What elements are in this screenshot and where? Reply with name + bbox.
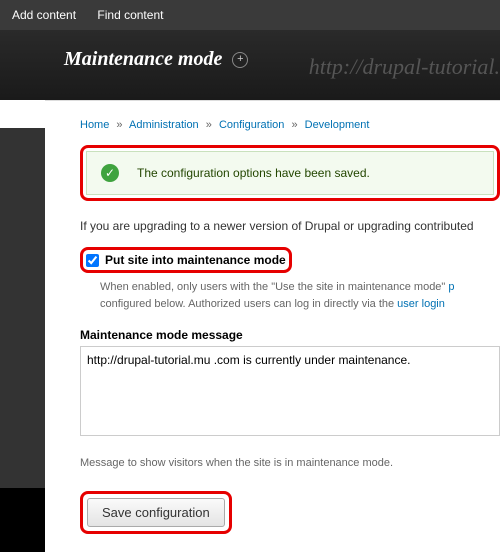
content-panel: Home » Administration » Configuration » … (45, 100, 500, 552)
watermark-text: http://drupal-tutorial. (309, 54, 500, 80)
highlight-save-button: Save configuration (80, 491, 232, 534)
message-field-description: Message to show visitors when the site i… (80, 457, 500, 469)
check-icon: ✓ (101, 164, 119, 182)
breadcrumb-sep: » (291, 119, 297, 131)
status-text: The configuration options have been save… (137, 166, 370, 180)
admin-toolbar: Add content Find content (0, 0, 500, 30)
breadcrumb-sep: » (206, 119, 212, 131)
breadcrumb-development[interactable]: Development (305, 119, 370, 131)
breadcrumb-administration[interactable]: Administration (129, 119, 199, 131)
maintenance-checkbox-label[interactable]: Put site into maintenance mode (105, 253, 286, 267)
plus-icon[interactable]: + (232, 52, 248, 68)
left-gutter (0, 128, 45, 552)
intro-text: If you are upgrading to a newer version … (80, 219, 500, 233)
permission-link[interactable]: p (448, 281, 454, 293)
save-button[interactable]: Save configuration (87, 498, 225, 527)
toolbar-add-content[interactable]: Add content (12, 8, 76, 22)
checkbox-help: When enabled, only users with the "Use t… (100, 279, 500, 312)
page-title: Maintenance mode (64, 48, 222, 71)
highlight-checkbox: Put site into maintenance mode (80, 247, 292, 273)
breadcrumb: Home » Administration » Configuration » … (80, 119, 500, 131)
user-login-link[interactable]: user login (397, 298, 445, 310)
header-band: Maintenance mode + http://drupal-tutoria… (0, 30, 500, 100)
highlight-status: ✓ The configuration options have been sa… (80, 145, 500, 201)
message-field-label: Maintenance mode message (80, 328, 500, 342)
breadcrumb-configuration[interactable]: Configuration (219, 119, 284, 131)
breadcrumb-home[interactable]: Home (80, 119, 109, 131)
status-message: ✓ The configuration options have been sa… (86, 151, 494, 195)
toolbar-find-content[interactable]: Find content (97, 8, 163, 22)
breadcrumb-sep: » (116, 119, 122, 131)
maintenance-message-textarea[interactable] (80, 346, 500, 436)
maintenance-checkbox[interactable] (86, 254, 99, 267)
